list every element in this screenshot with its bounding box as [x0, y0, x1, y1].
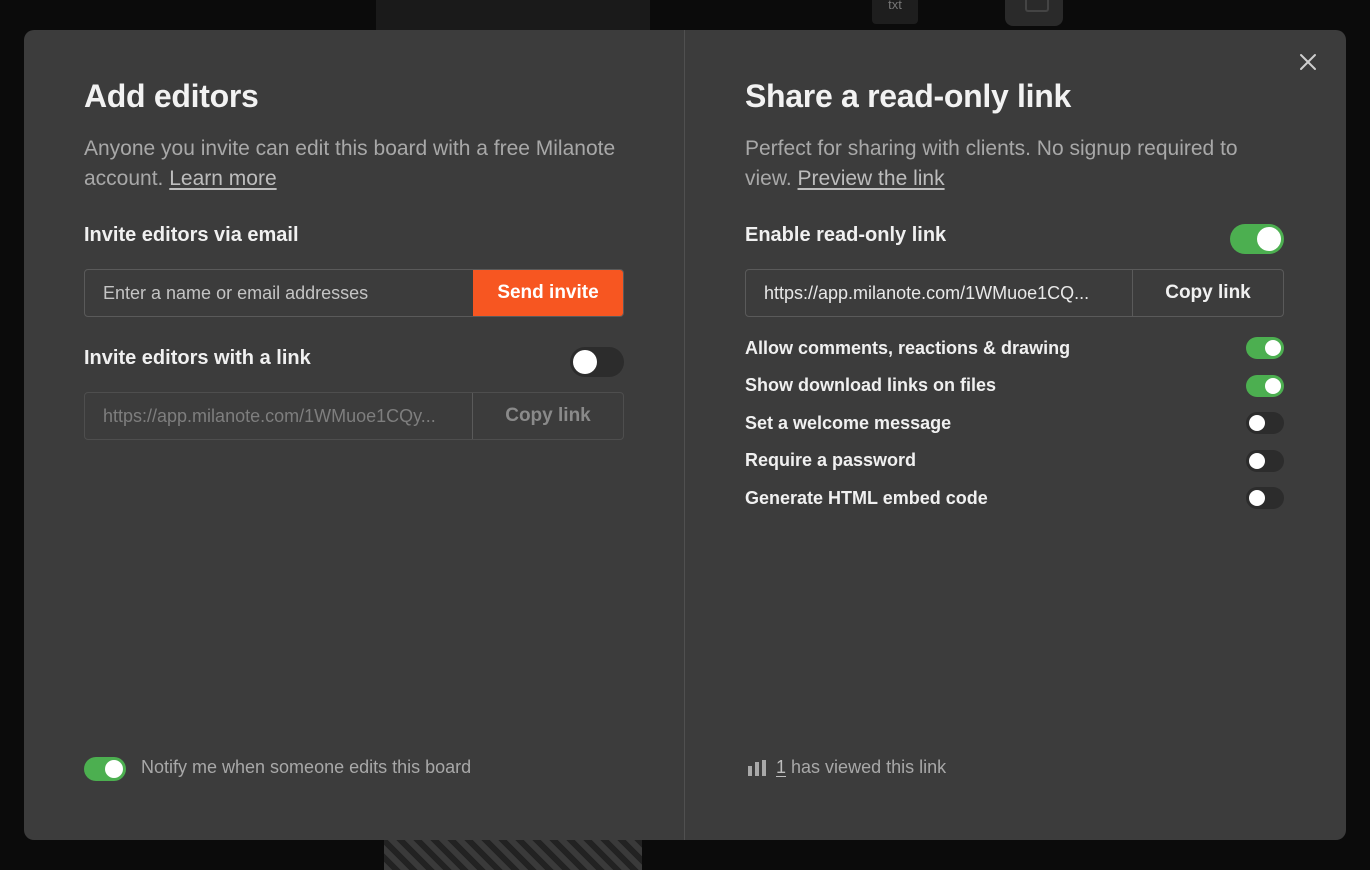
preview-link[interactable]: Preview the link	[798, 167, 945, 190]
read-only-title: Share a read-only link	[745, 78, 1071, 114]
email-input[interactable]	[85, 270, 473, 316]
option-password-label: Require a password	[745, 450, 917, 470]
send-invite-button[interactable]: Send invite	[473, 270, 623, 316]
option-password-toggle[interactable]	[1246, 450, 1284, 472]
views-summary: 1 has viewed this link	[776, 757, 946, 778]
read-only-panel: Share a read-only link Perfect for shari…	[745, 30, 1284, 840]
read-only-link-url[interactable]: https://app.milanote.com/1WMuoe1CQ...	[746, 270, 1132, 316]
share-dialog: Add editors Anyone you invite can edit t…	[24, 30, 1346, 840]
notify-label: Notify me when someone edits this board	[141, 757, 472, 777]
add-editors-panel: Add editors Anyone you invite can edit t…	[84, 30, 624, 840]
toggle-knob	[1257, 227, 1281, 251]
learn-more-link[interactable]: Learn more	[169, 167, 276, 190]
read-only-link-row: https://app.milanote.com/1WMuoe1CQ... Co…	[745, 269, 1284, 317]
toggle-knob	[573, 350, 597, 374]
option-welcome-message-label: Set a welcome message	[745, 413, 952, 433]
notify-toggle[interactable]	[84, 757, 126, 781]
invite-email-label: Invite editors via email	[84, 224, 299, 246]
invite-email-row: Send invite	[84, 269, 624, 317]
invite-link-row: https://app.milanote.com/1WMuoe1CQy... C…	[84, 392, 624, 440]
toggle-knob	[1265, 340, 1281, 356]
option-allow-comments-label: Allow comments, reactions & drawing	[745, 338, 1071, 358]
add-editors-description-text: Anyone you invite can edit this board wi…	[84, 137, 616, 190]
board-column-top	[376, 0, 650, 30]
enable-read-only-label: Enable read-only link	[745, 224, 947, 246]
add-editors-description: Anyone you invite can edit this board wi…	[84, 134, 624, 194]
option-allow-comments-toggle[interactable]	[1246, 337, 1284, 359]
views-count-link[interactable]: 1	[776, 757, 786, 777]
close-icon	[1300, 54, 1316, 70]
bar-chart-icon	[748, 760, 766, 776]
board-widget	[1005, 0, 1063, 26]
copy-link-button[interactable]: Copy link	[1132, 270, 1283, 316]
option-embed-code-label: Generate HTML embed code	[745, 488, 988, 508]
invite-link-url: https://app.milanote.com/1WMuoe1CQy...	[103, 406, 436, 426]
column-divider	[684, 30, 685, 840]
invite-link-toggle[interactable]	[570, 347, 624, 377]
close-button[interactable]	[1298, 52, 1318, 72]
toggle-knob	[1249, 490, 1265, 506]
board-image-thumbnail	[384, 840, 642, 870]
toggle-knob	[1265, 378, 1281, 394]
file-badge: txt	[872, 0, 918, 24]
read-only-description: Perfect for sharing with clients. No sig…	[745, 134, 1285, 194]
views-text: has viewed this link	[791, 757, 947, 777]
toggle-knob	[1249, 415, 1265, 431]
enable-read-only-toggle[interactable]	[1230, 224, 1284, 254]
option-download-links-label: Show download links on files	[745, 375, 997, 395]
toggle-knob	[105, 760, 123, 778]
option-download-links-toggle[interactable]	[1246, 375, 1284, 397]
invite-link-label: Invite editors with a link	[84, 347, 311, 369]
add-editors-title: Add editors	[84, 78, 259, 114]
option-welcome-message-toggle[interactable]	[1246, 412, 1284, 434]
invite-copy-link-button[interactable]: Copy link	[472, 393, 623, 439]
toggle-knob	[1249, 453, 1265, 469]
option-embed-code-toggle[interactable]	[1246, 487, 1284, 509]
